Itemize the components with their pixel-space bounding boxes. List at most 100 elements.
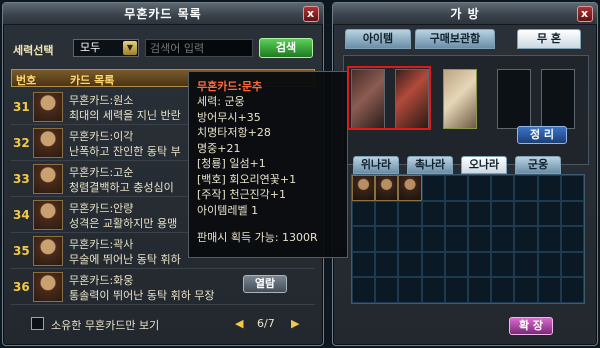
card-number: 31: [13, 100, 30, 114]
inventory-cell[interactable]: [398, 277, 422, 303]
inventory-cell[interactable]: [514, 277, 538, 303]
chevron-down-icon[interactable]: ▼: [123, 41, 137, 55]
tooltip-line: 아이템레벨 1: [197, 203, 259, 217]
inventory-cell[interactable]: [468, 277, 492, 303]
inventory-cell[interactable]: [352, 251, 376, 278]
inventory-cell[interactable]: [352, 277, 376, 303]
inventory-cell[interactable]: [537, 200, 561, 227]
tab-items[interactable]: 아이템: [345, 29, 411, 49]
search-button[interactable]: 검색: [259, 38, 313, 58]
inventory-cell[interactable]: [375, 175, 399, 201]
inventory-cell[interactable]: [398, 175, 422, 201]
inventory-cell[interactable]: [444, 200, 468, 227]
inventory-cell[interactable]: [491, 175, 515, 201]
tooltip-line: [백호] 회오리연꽃+1: [197, 172, 297, 186]
view-button[interactable]: 열람: [243, 275, 287, 293]
inventory-cell[interactable]: [421, 277, 445, 303]
inventory-cell[interactable]: [444, 277, 468, 303]
search-input[interactable]: [145, 39, 253, 57]
inventory-cell[interactable]: [421, 175, 445, 201]
tooltip-line: 명중+21: [197, 141, 241, 155]
inventory-cell[interactable]: [352, 175, 376, 201]
bag-tabs: 아이템 구매보관함 무 혼: [345, 29, 587, 49]
faction-select-value: 모두: [80, 41, 101, 54]
bag-close-button[interactable]: x: [577, 6, 593, 22]
inventory-cell[interactable]: [398, 251, 422, 278]
subtab-gunung[interactable]: 군웅: [515, 156, 561, 174]
card-description: 난폭하고 잔인한 동탁 부: [69, 145, 181, 158]
card-description: 통솔력이 뛰어난 동탁 휘하 무장: [69, 289, 215, 302]
inventory-cell[interactable]: [421, 200, 445, 227]
card-name: 무혼카드:화웅: [69, 274, 134, 287]
next-page-arrow-icon[interactable]: ▶: [291, 317, 299, 330]
inventory-cell[interactable]: [444, 251, 468, 278]
faction-filter-label: 세력선택: [13, 44, 54, 57]
inventory-cell[interactable]: [468, 175, 492, 201]
equip-slot[interactable]: [497, 69, 531, 129]
inventory-cell[interactable]: [537, 251, 561, 278]
header-card-list: 카드 목록: [70, 74, 115, 87]
owned-only-label: 소유한 무혼카드만 보기: [51, 319, 160, 332]
inventory-cell[interactable]: [421, 226, 445, 252]
card-portrait: [33, 200, 63, 230]
inventory-cell[interactable]: [537, 226, 561, 252]
header-number: 번호: [16, 74, 37, 87]
inventory-cell[interactable]: [491, 277, 515, 303]
tab-muhon[interactable]: 무 혼: [517, 29, 581, 49]
inventory-cell[interactable]: [375, 226, 399, 252]
inventory-cell[interactable]: [560, 277, 584, 303]
inventory-cell[interactable]: [560, 226, 584, 252]
inventory-cell[interactable]: [537, 277, 561, 303]
inventory-cell[interactable]: [560, 175, 584, 201]
inventory-cell[interactable]: [514, 226, 538, 252]
card-portrait: [33, 272, 63, 302]
inventory-cell[interactable]: [352, 226, 376, 252]
inventory-cell[interactable]: [375, 277, 399, 303]
inventory-cell[interactable]: [514, 175, 538, 201]
subtab-wu[interactable]: 오나라: [461, 156, 507, 174]
inventory-cell[interactable]: [491, 251, 515, 278]
inventory-cell[interactable]: [398, 200, 422, 227]
tooltip-line: 세력: 군웅: [197, 95, 245, 108]
inventory-cell[interactable]: [468, 226, 492, 252]
inventory-cell[interactable]: [491, 226, 515, 252]
bag-titlebar[interactable]: 가 방 x: [333, 3, 597, 25]
inventory-cell[interactable]: [375, 200, 399, 227]
inventory-cell[interactable]: [560, 200, 584, 227]
inventory-cell[interactable]: [444, 226, 468, 252]
inventory-cell[interactable]: [421, 251, 445, 278]
expand-button[interactable]: 확 장: [509, 317, 553, 335]
card-number: 36: [13, 280, 30, 294]
inventory-cell[interactable]: [375, 251, 399, 278]
faction-select[interactable]: 모두 ▼: [73, 39, 139, 57]
tab-purchase-storage[interactable]: 구매보관함: [415, 29, 495, 49]
card-panel-close-button[interactable]: x: [303, 6, 319, 22]
prev-page-arrow-icon[interactable]: ◀: [235, 317, 243, 330]
inventory-cell[interactable]: [560, 251, 584, 278]
tooltip-line: [주작] 천근진각+1: [197, 188, 287, 201]
tooltip-title: 무혼카드:문추: [197, 80, 263, 93]
inventory-cell[interactable]: [514, 251, 538, 278]
inventory-cell[interactable]: [468, 200, 492, 227]
card-name: 무혼카드:곽사: [69, 238, 134, 251]
inventory-cell[interactable]: [468, 251, 492, 278]
inventory-cell[interactable]: [514, 200, 538, 227]
card-number: 32: [13, 136, 30, 150]
card-portrait: [33, 164, 63, 194]
subtab-wei[interactable]: 위나라: [353, 156, 399, 174]
equip-slot[interactable]: [541, 69, 575, 129]
card-portrait: [33, 236, 63, 266]
card-tooltip: 무혼카드:문추 세력: 군웅 방어무시+35 치명타저항+28 명중+21 [청…: [188, 71, 348, 258]
inventory-cell[interactable]: [444, 175, 468, 201]
equip-slot[interactable]: [443, 69, 477, 129]
sort-button[interactable]: 정 리: [517, 126, 567, 144]
card-panel-titlebar[interactable]: 무혼카드 목록 x: [3, 3, 323, 25]
inventory-cell[interactable]: [398, 226, 422, 252]
inventory-cell[interactable]: [491, 200, 515, 227]
page-indicator: 6/7: [257, 317, 275, 330]
card-description: 최대의 세력을 지닌 반란: [69, 109, 181, 122]
inventory-cell[interactable]: [352, 200, 376, 227]
owned-only-checkbox[interactable]: [31, 317, 44, 330]
subtab-shu[interactable]: 촉나라: [407, 156, 453, 174]
inventory-cell[interactable]: [537, 175, 561, 201]
